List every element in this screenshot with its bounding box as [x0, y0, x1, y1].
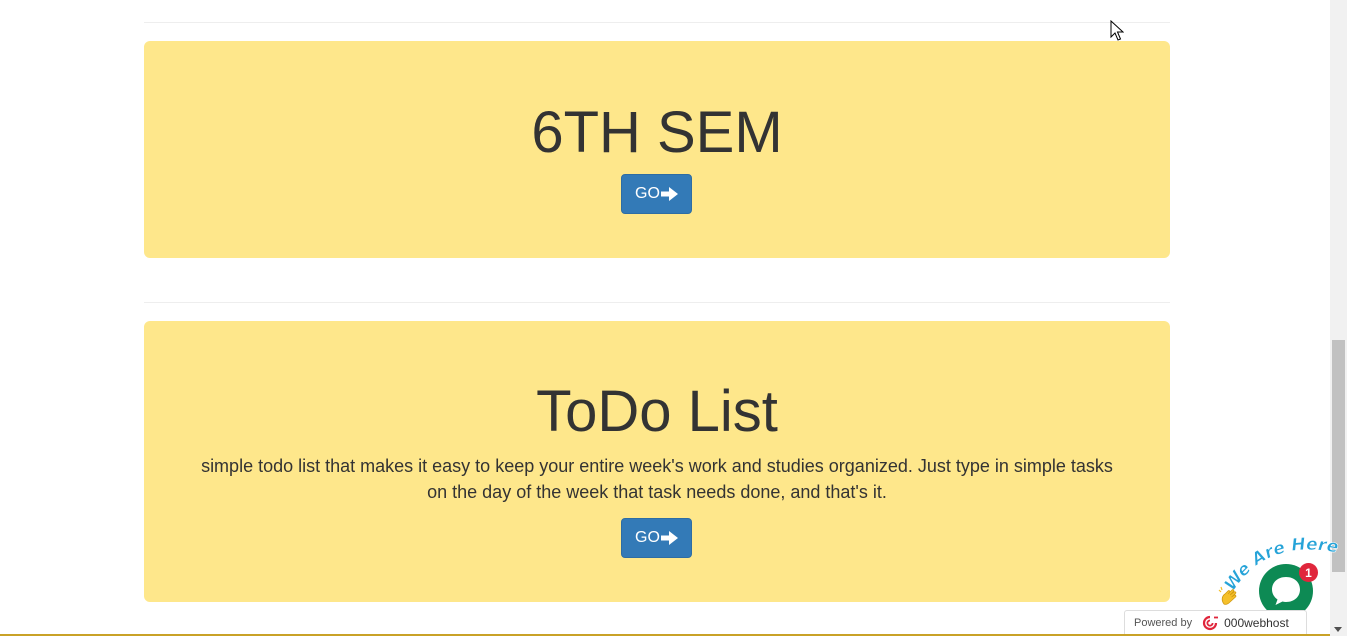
card-todo-list: ToDo List simple todo list that makes it… — [144, 321, 1170, 602]
divider — [144, 302, 1170, 303]
go-button[interactable]: GO — [621, 174, 692, 214]
card-title: 6TH SEM — [531, 100, 783, 165]
go-button-label: GO — [635, 529, 660, 546]
card-title: ToDo List — [536, 379, 778, 444]
mouse-cursor-icon — [1110, 20, 1124, 41]
powered-by-label: Powered by — [1134, 616, 1193, 629]
unread-badge: 1 — [1299, 563, 1318, 582]
waving-hand-icon — [1218, 584, 1242, 612]
host-name: 000webhost — [1224, 615, 1289, 630]
divider — [144, 22, 1170, 23]
card-6th-sem: 6TH SEM GO — [144, 41, 1170, 258]
go-button-label: GO — [635, 185, 660, 202]
scroll-down-arrow-icon[interactable] — [1334, 627, 1342, 632]
arrow-right-icon — [660, 531, 678, 545]
arrow-right-icon — [660, 187, 678, 201]
chat-icon — [1272, 577, 1300, 605]
card-description: simple todo list that makes it easy to k… — [201, 456, 1113, 502]
powered-by-badge[interactable]: Powered by 000webhost — [1124, 610, 1307, 634]
go-button[interactable]: GO — [621, 518, 692, 558]
000webhost-logo-icon — [1203, 615, 1219, 630]
page: 6TH SEM GO ToDo List simple todo list th… — [0, 0, 1347, 636]
